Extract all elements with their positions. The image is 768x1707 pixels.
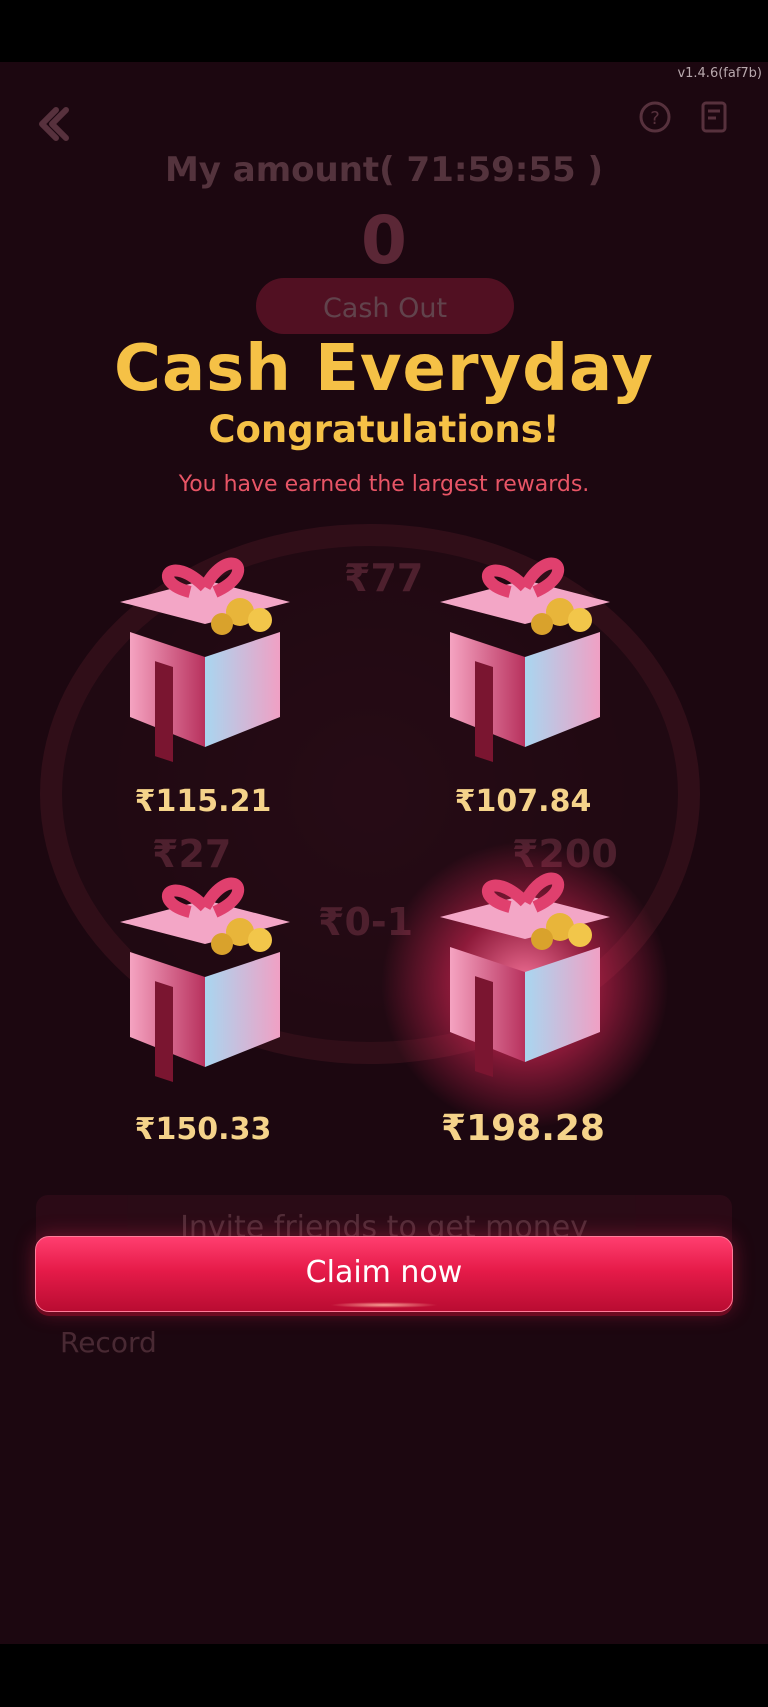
modal-title: Cash Everyday [114,332,654,406]
gift-box-icon[interactable] [90,852,320,1082]
gift-box-icon[interactable] [90,532,320,762]
claim-now-button[interactable]: Claim now [35,1236,733,1312]
my-amount-label: My amount( 71:59:55 ) [164,150,604,190]
gift-amount: ₹107.84 [454,784,592,819]
amount-value: 0 [361,202,407,279]
app-screen: ? My amount( 71:59:55 ) 0 Cash Out ₹77 ₹… [0,62,768,1644]
record-icon[interactable] [700,100,730,134]
svg-text:?: ? [650,108,660,129]
gift-amount: ₹115.21 [134,784,272,819]
version-label: v1.4.6(faf7b) [677,66,762,81]
gift-amount: ₹198.28 [441,1108,605,1149]
modal-note: You have earned the largest rewards. [178,472,590,497]
record-link[interactable]: Record [60,1326,157,1359]
gift-box-icon[interactable] [410,847,640,1077]
back-icon[interactable] [30,102,74,146]
help-icon[interactable]: ? [638,100,672,134]
claim-button-shine [330,1302,438,1308]
cashout-button[interactable]: Cash Out [256,278,514,334]
modal-subtitle: Congratulations! [208,408,560,451]
gift-box-icon[interactable] [410,532,640,762]
gift-amount: ₹150.33 [134,1112,272,1147]
